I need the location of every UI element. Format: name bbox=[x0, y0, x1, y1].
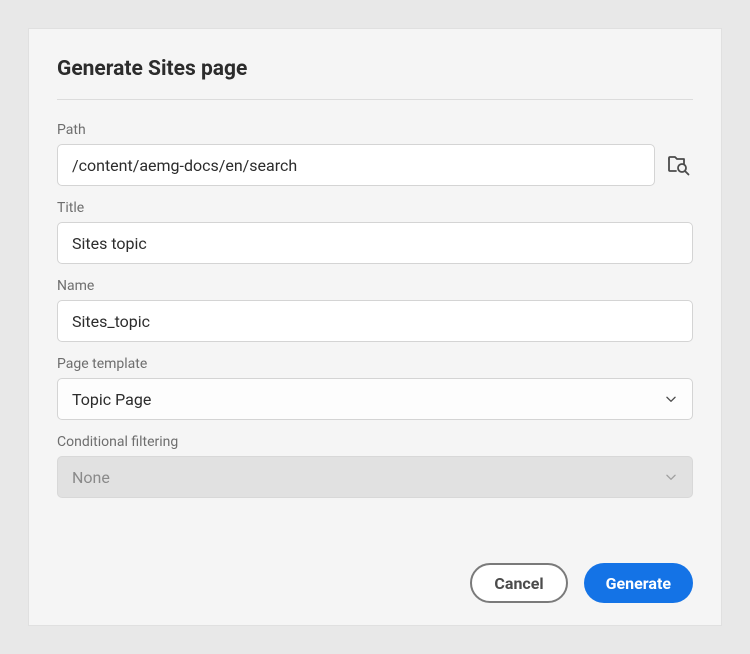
path-field: Path bbox=[57, 122, 693, 186]
conditional-filtering-value: None bbox=[72, 468, 110, 487]
page-template-field: Page template Topic Page bbox=[57, 356, 693, 420]
conditional-filtering-field: Conditional filtering None bbox=[57, 434, 693, 498]
path-label: Path bbox=[57, 122, 693, 138]
dialog-footer: Cancel Generate bbox=[57, 541, 693, 603]
title-input[interactable] bbox=[57, 222, 693, 264]
generate-button[interactable]: Generate bbox=[584, 563, 693, 603]
chevron-down-icon bbox=[664, 470, 678, 484]
page-template-label: Page template bbox=[57, 356, 693, 372]
form-body: Path Title bbox=[57, 100, 693, 541]
conditional-filtering-select: None bbox=[57, 456, 693, 498]
browse-path-button[interactable] bbox=[665, 151, 693, 179]
title-label: Title bbox=[57, 200, 693, 216]
name-input[interactable] bbox=[57, 300, 693, 342]
conditional-filtering-label: Conditional filtering bbox=[57, 434, 693, 450]
name-label: Name bbox=[57, 278, 693, 294]
page-template-select[interactable]: Topic Page bbox=[57, 378, 693, 420]
cancel-button[interactable]: Cancel bbox=[470, 563, 567, 603]
name-field: Name bbox=[57, 278, 693, 342]
chevron-down-icon bbox=[664, 392, 678, 406]
dialog-title: Generate Sites page bbox=[57, 57, 693, 100]
folder-search-icon bbox=[667, 153, 691, 177]
title-field: Title bbox=[57, 200, 693, 264]
generate-sites-page-dialog: Generate Sites page Path bbox=[28, 28, 722, 626]
path-input[interactable] bbox=[57, 144, 655, 186]
page-template-value: Topic Page bbox=[72, 390, 151, 409]
path-row bbox=[57, 144, 693, 186]
